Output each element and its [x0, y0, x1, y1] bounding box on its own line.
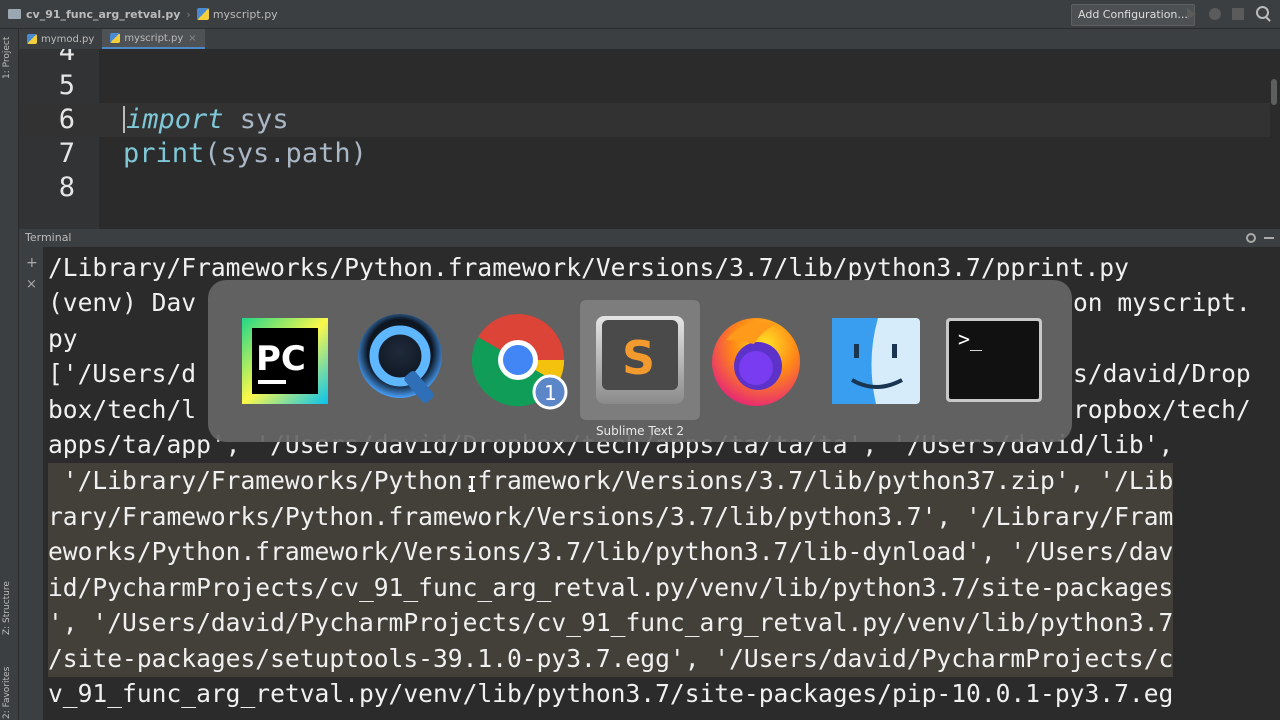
terminal-line-selected: /site-packages/setuptools-39.1.0-py3.7.e…: [48, 641, 1174, 677]
code-text: print(sys.path): [123, 137, 367, 171]
pycharm-glyph: PC: [256, 339, 306, 379]
left-tool-strip: 1: Project Z: Structure 2: Favorites: [0, 29, 19, 720]
minimize-icon[interactable]: [1264, 237, 1274, 239]
builtin-print: print: [123, 138, 205, 169]
terminal-line: s/david/Drop: [1073, 359, 1251, 388]
breadcrumb-project[interactable]: cv_91_func_arg_retval.py ›: [0, 8, 197, 21]
code-line[interactable]: 7 print(sys.path): [19, 137, 1270, 171]
terminal-prompt-glyph: >_: [958, 327, 983, 351]
python-file-icon: [27, 34, 37, 44]
navigation-bar: cv_91_func_arg_retval.py › myscript.py A…: [0, 0, 1280, 29]
breadcrumb-separator: ›: [186, 7, 191, 21]
terminal-line: on myscript.: [1073, 288, 1251, 317]
code-line[interactable]: 8: [19, 171, 1270, 205]
project-tool-button[interactable]: 1: Project: [2, 37, 12, 79]
terminal-line-selected: ', '/Users/david/PycharmProjects/cv_91_f…: [48, 605, 1174, 641]
terminal-line: (venv) Dav: [48, 288, 197, 317]
text-cursor-icon: [469, 476, 475, 492]
line-number: 7: [58, 138, 75, 169]
tab-label: mymod.py: [41, 33, 95, 45]
breadcrumb-file-label: myscript.py: [212, 7, 278, 21]
terminal-line: py: [48, 324, 78, 353]
terminal-line-selected: eworks/Python.framework/Versions/3.7/lib…: [48, 534, 1174, 570]
sublime-glyph: S: [622, 331, 655, 385]
breadcrumb-file[interactable]: myscript.py: [196, 7, 278, 21]
terminal-app-icon[interactable]: >_: [944, 310, 1044, 410]
notification-badge: 1: [544, 381, 557, 405]
chrome-icon[interactable]: 1: [468, 310, 568, 410]
search-icon[interactable]: [1256, 6, 1269, 19]
close-tab-icon[interactable]: ×: [188, 33, 196, 44]
line-number: 8: [58, 172, 75, 203]
terminal-line: box/tech/l: [48, 395, 197, 424]
editor-scrollbar[interactable]: [1271, 79, 1277, 105]
add-configuration-button[interactable]: Add Configuration...: [1071, 4, 1195, 26]
pycharm-icon[interactable]: PC: [238, 310, 338, 410]
favorites-tool-button[interactable]: 2: Favorites: [2, 667, 12, 719]
selected-app-label: Sublime Text 2: [595, 424, 685, 438]
tab-myscript[interactable]: myscript.py ×: [102, 29, 205, 49]
terminal-title: Terminal: [25, 231, 72, 244]
line-number: 6: [58, 104, 75, 135]
code-rest: sys: [223, 104, 289, 135]
terminal-line-selected: rary/Frameworks/Python.framework/Version…: [48, 499, 1174, 535]
text-caret: [123, 106, 125, 133]
sublime-text-icon[interactable]: S: [590, 310, 690, 410]
folder-icon: [8, 9, 21, 19]
structure-tool-button[interactable]: Z: Structure: [2, 581, 12, 635]
terminal-side-toolbar: + ×: [19, 247, 43, 720]
code-rest: (sys.path): [204, 138, 367, 169]
close-session-icon[interactable]: ×: [26, 277, 37, 292]
code-line[interactable]: 5: [19, 69, 1270, 103]
finder-icon[interactable]: [826, 310, 926, 410]
line-number: 5: [58, 70, 75, 101]
terminal-header: Terminal: [19, 229, 1280, 247]
keyword-import: import: [126, 104, 224, 135]
run-icon[interactable]: [1187, 8, 1196, 20]
stop-icon[interactable]: [1232, 8, 1244, 20]
tab-label: myscript.py: [124, 32, 184, 44]
breadcrumb-project-label: cv_91_func_arg_retval.py: [26, 7, 181, 21]
terminal-line: ropbox/tech/: [1073, 395, 1251, 424]
line-number: 4: [58, 49, 75, 67]
gear-icon[interactable]: [1246, 233, 1256, 243]
code-line-current[interactable]: 6 import sys: [19, 103, 1270, 137]
new-session-icon[interactable]: +: [26, 255, 38, 271]
code-editor[interactable]: 4 5 6 import sys 7 print(sys.path) 8: [19, 49, 1280, 229]
terminal-line-selected: '/Library/Frameworks/Python.framework/Ve…: [48, 463, 1174, 499]
firefox-icon[interactable]: [706, 310, 806, 410]
terminal-line-selected: id/PycharmProjects/cv_91_func_arg_retval…: [48, 570, 1174, 606]
terminal-line: ['/Users/d: [48, 359, 197, 388]
app-switcher: PC 1 S >_ Sublime Text 2: [208, 280, 1072, 442]
debug-icon[interactable]: [1209, 8, 1221, 20]
editor-tabs: mymod.py myscript.py ×: [19, 29, 1280, 49]
terminal-line: v_91_func_arg_retval.py/venv/lib/python3…: [48, 679, 1174, 708]
python-file-icon: [196, 8, 209, 20]
code-text: import sys: [123, 103, 289, 137]
quicktime-icon[interactable]: [352, 310, 452, 410]
tab-mymod[interactable]: mymod.py: [19, 29, 102, 49]
python-file-icon: [110, 33, 121, 43]
code-line[interactable]: 4: [19, 49, 1270, 69]
